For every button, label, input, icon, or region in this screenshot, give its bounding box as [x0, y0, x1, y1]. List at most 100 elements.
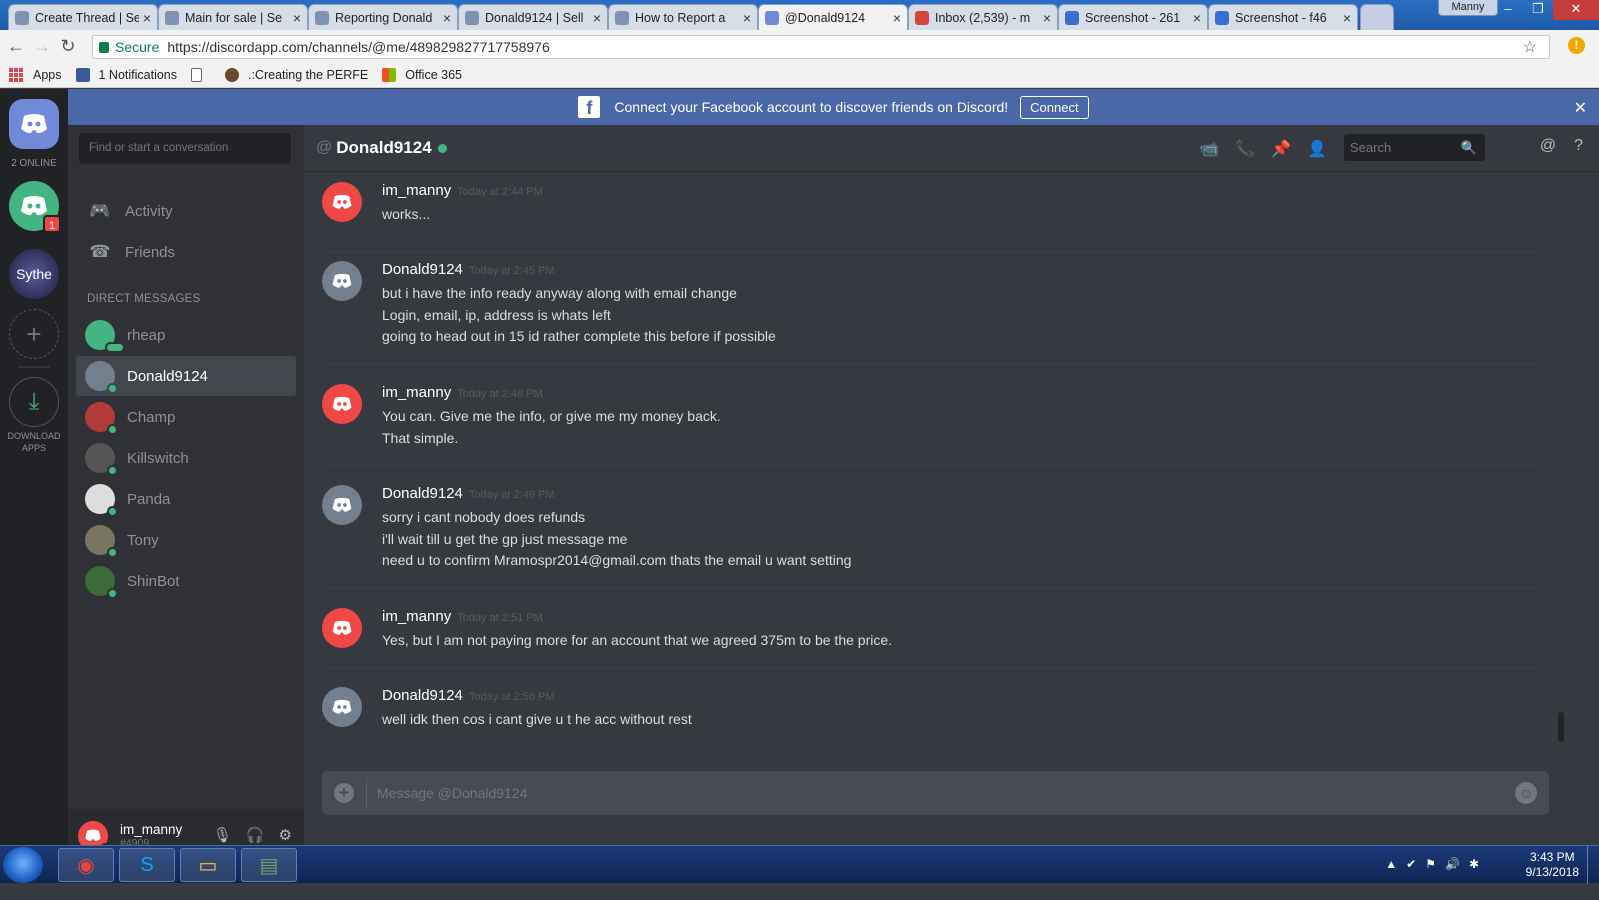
nav-activity[interactable]: 🎮 Activity	[76, 191, 296, 231]
find-conversation-input[interactable]: Find or start a conversation	[79, 133, 291, 164]
close-banner-icon[interactable]: ✕	[1574, 98, 1587, 118]
message-author[interactable]: Donald9124	[382, 687, 463, 704]
bookmark-star-icon[interactable]: ☆	[1523, 37, 1537, 57]
message-composer[interactable]: + Message @Donald9124 ☺	[322, 771, 1549, 815]
pin-icon[interactable]: 📌	[1271, 139, 1291, 159]
mentions-icon[interactable]: @	[1540, 137, 1556, 155]
add-server-button[interactable]: +	[9, 309, 59, 359]
tray-icon[interactable]: ⚑	[1425, 857, 1436, 871]
tray-icon[interactable]: ✔	[1406, 857, 1416, 871]
add-friend-icon[interactable]: 👤	[1307, 139, 1327, 159]
tray-icon[interactable]: ✱	[1469, 857, 1479, 871]
browser-tab[interactable]: Reporting Donald ×	[308, 4, 458, 30]
skype-taskbar-button[interactable]: S	[119, 848, 175, 882]
close-tab-icon[interactable]: ×	[1343, 10, 1351, 26]
message-avatar[interactable]	[322, 182, 362, 222]
message-group: Donald9124 Today at 2:56 PM well idk then …	[322, 687, 1536, 747]
close-tab-icon[interactable]: ×	[893, 10, 901, 26]
close-tab-icon[interactable]: ×	[143, 10, 151, 26]
browser-tab[interactable]: Create Thread | Se ×	[8, 4, 158, 30]
message-avatar[interactable]	[322, 261, 362, 301]
browser-tab[interactable]: Screenshot - f46 ×	[1208, 4, 1358, 30]
nav-friends[interactable]: ☎ Friends	[76, 232, 296, 272]
close-tab-icon[interactable]: ×	[1193, 10, 1201, 26]
clock-date: 9/13/2018	[1525, 865, 1579, 879]
back-icon[interactable]: ←	[3, 36, 29, 57]
close-tab-icon[interactable]: ×	[293, 10, 301, 26]
reload-icon[interactable]: ↻	[55, 36, 81, 57]
emoji-icon[interactable]: ☺	[1515, 782, 1537, 804]
help-icon[interactable]: ?	[1574, 137, 1583, 155]
message-line: You can. Give me the info, or give me my…	[382, 408, 721, 424]
start-button[interactable]	[3, 847, 43, 883]
bookmark-apps[interactable]: Apps	[9, 67, 62, 82]
message-line: sorry i cant nobody does refunds	[382, 509, 586, 525]
mute-microphone-icon[interactable]: 🎙	[213, 826, 232, 844]
video-call-icon[interactable]: 📹	[1199, 139, 1219, 159]
show-desktop-button[interactable]	[1587, 846, 1599, 884]
message-author[interactable]: im_manny	[382, 182, 451, 199]
scrollbar[interactable]	[1558, 712, 1564, 742]
close-window-button[interactable]: ✕	[1553, 0, 1599, 20]
address-bar[interactable]: Secure https://discordapp.com/channels/@…	[92, 35, 1550, 59]
tray-icon[interactable]: ▲	[1385, 857, 1397, 871]
dm-item[interactable]: Killswitch	[76, 438, 296, 478]
close-tab-icon[interactable]: ×	[1043, 10, 1051, 26]
close-tab-icon[interactable]: ×	[743, 10, 751, 26]
browser-tab[interactable]: Inbox (2,539) - m ×	[908, 4, 1058, 30]
bookmark-creating[interactable]: .:Creating the PERFE	[225, 67, 368, 82]
monitor-taskbar-button[interactable]: ▤	[241, 848, 297, 882]
message-avatar[interactable]	[322, 687, 362, 727]
dm-item[interactable]: Champ	[76, 397, 296, 437]
search-input[interactable]: Search 🔍	[1344, 134, 1485, 161]
browser-tab[interactable]: @Donald9124 ×	[758, 4, 908, 30]
dm-name: Panda	[127, 490, 171, 508]
message-avatar[interactable]	[322, 384, 362, 424]
message-author[interactable]: Donald9124	[382, 485, 463, 502]
download-apps-button[interactable]: ⤓	[9, 377, 59, 427]
browser-tab[interactable]: How to Report a ×	[608, 4, 758, 30]
voice-call-icon[interactable]: 📞	[1235, 139, 1255, 159]
headphones-icon[interactable]: 🎧	[246, 826, 265, 844]
message-input[interactable]: Message @Donald9124	[377, 785, 527, 801]
dm-item[interactable]: Tony	[76, 520, 296, 560]
url-text[interactable]: https://discordapp.com/channels/@me/4898…	[167, 39, 549, 55]
message-avatar[interactable]	[322, 485, 362, 525]
bookmark-office[interactable]: Office 365	[382, 67, 462, 82]
chrome-taskbar-button[interactable]: ◉	[58, 848, 114, 882]
dm-item[interactable]: rheap	[76, 315, 296, 355]
home-button[interactable]	[9, 99, 59, 149]
explorer-taskbar-button[interactable]: ▭	[180, 848, 236, 882]
tray-icon[interactable]: 🔊	[1445, 857, 1460, 871]
server-discord[interactable]: 1	[9, 181, 61, 233]
maximize-button[interactable]: ❐	[1523, 0, 1553, 20]
dm-item[interactable]: ShinBot	[76, 561, 296, 601]
new-tab-button[interactable]	[1360, 4, 1394, 30]
connect-button[interactable]: Connect	[1020, 95, 1089, 119]
dm-item[interactable]: Donald9124	[76, 356, 296, 396]
bookmark-notifications[interactable]: 1 Notifications	[75, 67, 177, 82]
close-tab-icon[interactable]: ×	[443, 10, 451, 26]
profile-button[interactable]: Manny	[1438, 0, 1498, 16]
message-author[interactable]: im_manny	[382, 384, 451, 401]
message-author[interactable]: im_manny	[382, 608, 451, 625]
browser-tab[interactable]: Main for sale | Se ×	[158, 4, 308, 30]
bookmark-page[interactable]	[191, 67, 211, 82]
clock-time: 3:43 PM	[1529, 850, 1575, 864]
nav-label: Activity	[125, 202, 173, 220]
browser-tab[interactable]: Donald9124 | Sell ×	[458, 4, 608, 30]
upload-plus-icon[interactable]: +	[334, 783, 354, 803]
avatar-icon	[225, 67, 240, 82]
warning-icon[interactable]: !	[1568, 37, 1585, 54]
system-clock[interactable]: 3:43 PM 9/13/2018	[1526, 850, 1579, 880]
forward-icon[interactable]: →	[29, 36, 55, 57]
server-list: 2 ONLINE 1 Sythe + ⤓ DOWNLOAD APPS	[0, 89, 68, 862]
minimize-button[interactable]: –	[1493, 0, 1523, 20]
browser-tab[interactable]: Screenshot - 261 ×	[1058, 4, 1208, 30]
message-avatar[interactable]	[322, 608, 362, 648]
server-sythe[interactable]: Sythe	[9, 249, 59, 299]
dm-item[interactable]: Panda	[76, 479, 296, 519]
close-tab-icon[interactable]: ×	[593, 10, 601, 26]
message-author[interactable]: Donald9124	[382, 261, 463, 278]
settings-gear-icon[interactable]: ⚙	[279, 826, 292, 844]
